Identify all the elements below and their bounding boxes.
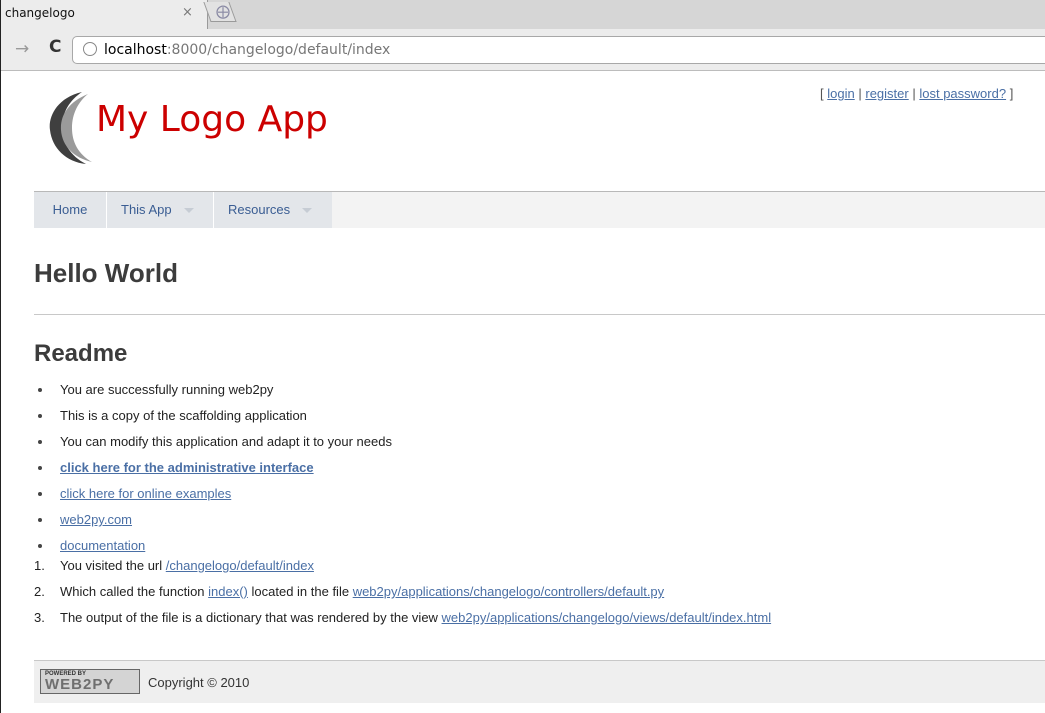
online-examples-link[interactable]: click here for online examples: [60, 486, 231, 501]
documentation-link[interactable]: documentation: [60, 538, 145, 553]
register-link[interactable]: register: [865, 86, 908, 101]
reload-icon[interactable]: C: [49, 37, 61, 57]
menu-item-resources[interactable]: Resources: [214, 192, 332, 228]
readme-heading: Readme: [34, 340, 128, 367]
copyright-text: Copyright © 2010: [148, 675, 250, 690]
view-file-link[interactable]: web2py/applications/changelogo/views/def…: [442, 610, 772, 625]
plus-icon[interactable]: ⨁: [216, 3, 230, 20]
main-menu: Home This App Resources: [34, 191, 1045, 228]
url-text: localhost:8000/changelogo/default/index: [104, 42, 391, 58]
auth-links: [ login | register | lost password? ]: [820, 86, 1014, 101]
site-logo-text[interactable]: My Logo App: [96, 99, 328, 140]
admin-interface-link[interactable]: click here for the administrative interf…: [60, 460, 314, 475]
divider: [34, 314, 1045, 315]
menu-item-this-app[interactable]: This App: [107, 192, 213, 228]
dropdown-caret-icon: [302, 208, 313, 214]
crescent-logo-icon: [49, 92, 92, 164]
dropdown-caret-icon: [183, 208, 194, 214]
footer: POWERED BY WEB2PY Copyright © 2010: [34, 660, 1045, 703]
powered-by-web2py-badge[interactable]: POWERED BY WEB2PY: [40, 669, 140, 694]
controller-file-link[interactable]: web2py/applications/changelogo/controlle…: [353, 584, 664, 599]
globe-icon: [83, 42, 97, 56]
page-title: Hello World: [34, 258, 178, 288]
forward-arrow-icon[interactable]: →: [15, 39, 29, 59]
menu-item-home[interactable]: Home: [34, 192, 106, 228]
tab-strip: changelogo × ⨁: [0, 0, 1045, 29]
web2py-com-link[interactable]: web2py.com: [60, 512, 132, 527]
lost-password-link[interactable]: lost password?: [919, 86, 1006, 101]
function-link[interactable]: index(): [208, 584, 248, 599]
address-bar[interactable]: localhost:8000/changelogo/default/index: [72, 36, 1045, 64]
visited-url-link[interactable]: /changelogo/default/index: [166, 558, 314, 573]
browser-toolbar: → C localhost:8000/changelogo/default/in…: [0, 29, 1045, 71]
browser-tab[interactable]: changelogo ×: [0, 0, 208, 29]
close-tab-icon[interactable]: ×: [182, 5, 193, 20]
login-link[interactable]: login: [827, 86, 854, 101]
tab-title: changelogo: [5, 6, 75, 20]
